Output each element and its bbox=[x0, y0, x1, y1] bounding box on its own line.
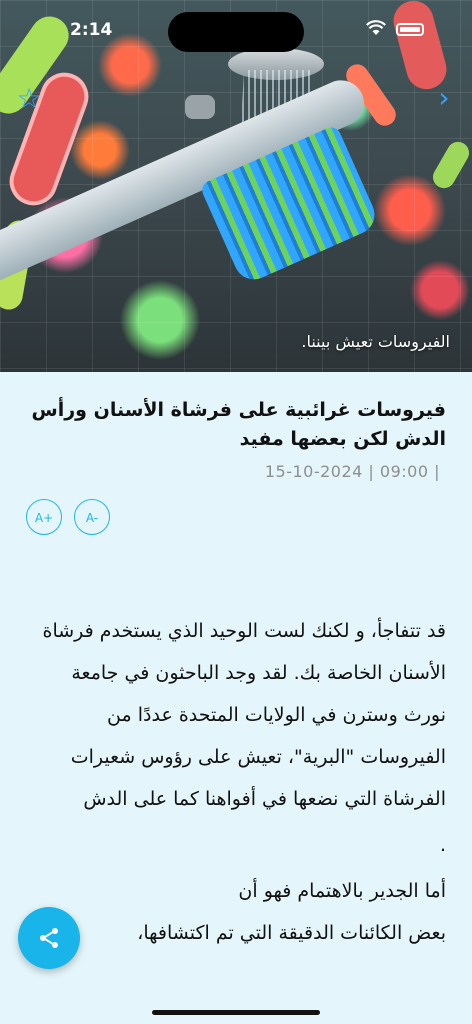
battery-icon bbox=[396, 23, 424, 36]
status-bar: 2:14 bbox=[0, 0, 472, 56]
star-outline-icon[interactable]: ☆ bbox=[14, 84, 44, 114]
font-decrease-button[interactable]: A- bbox=[74, 499, 110, 535]
share-button[interactable] bbox=[18, 907, 80, 969]
article-paragraph: أما الجدير بالاهتمام فهو أن bbox=[238, 880, 446, 902]
status-time: 2:14 bbox=[70, 20, 113, 40]
article-title: فيروسات غرائبية على فرشاة الأسنان ورأس ا… bbox=[31, 399, 446, 450]
font-increase-button[interactable]: A+ bbox=[26, 499, 62, 535]
chevron-right-icon[interactable]: › bbox=[430, 84, 458, 114]
article-body: قد تتفاجأ، و لكنك لست الوحيد الذي يستخدم… bbox=[24, 610, 446, 954]
hero-caption: الفيروسات تعيش بيننا. bbox=[301, 332, 450, 351]
shower-pipe bbox=[185, 95, 215, 119]
wifi-icon bbox=[366, 20, 386, 40]
home-indicator[interactable] bbox=[152, 1010, 320, 1015]
dynamic-island bbox=[168, 12, 304, 52]
share-icon bbox=[40, 928, 58, 948]
article-paragraph: قد تتفاجأ، و لكنك لست الوحيد الذي يستخدم… bbox=[42, 620, 446, 810]
article-paragraph: . bbox=[439, 834, 446, 856]
article-paragraph: بعض الكائنات الدقيقة التي تم اكتشافها، bbox=[137, 922, 446, 944]
article-date-time: 15-10-2024 | 09:00 | bbox=[264, 462, 440, 481]
